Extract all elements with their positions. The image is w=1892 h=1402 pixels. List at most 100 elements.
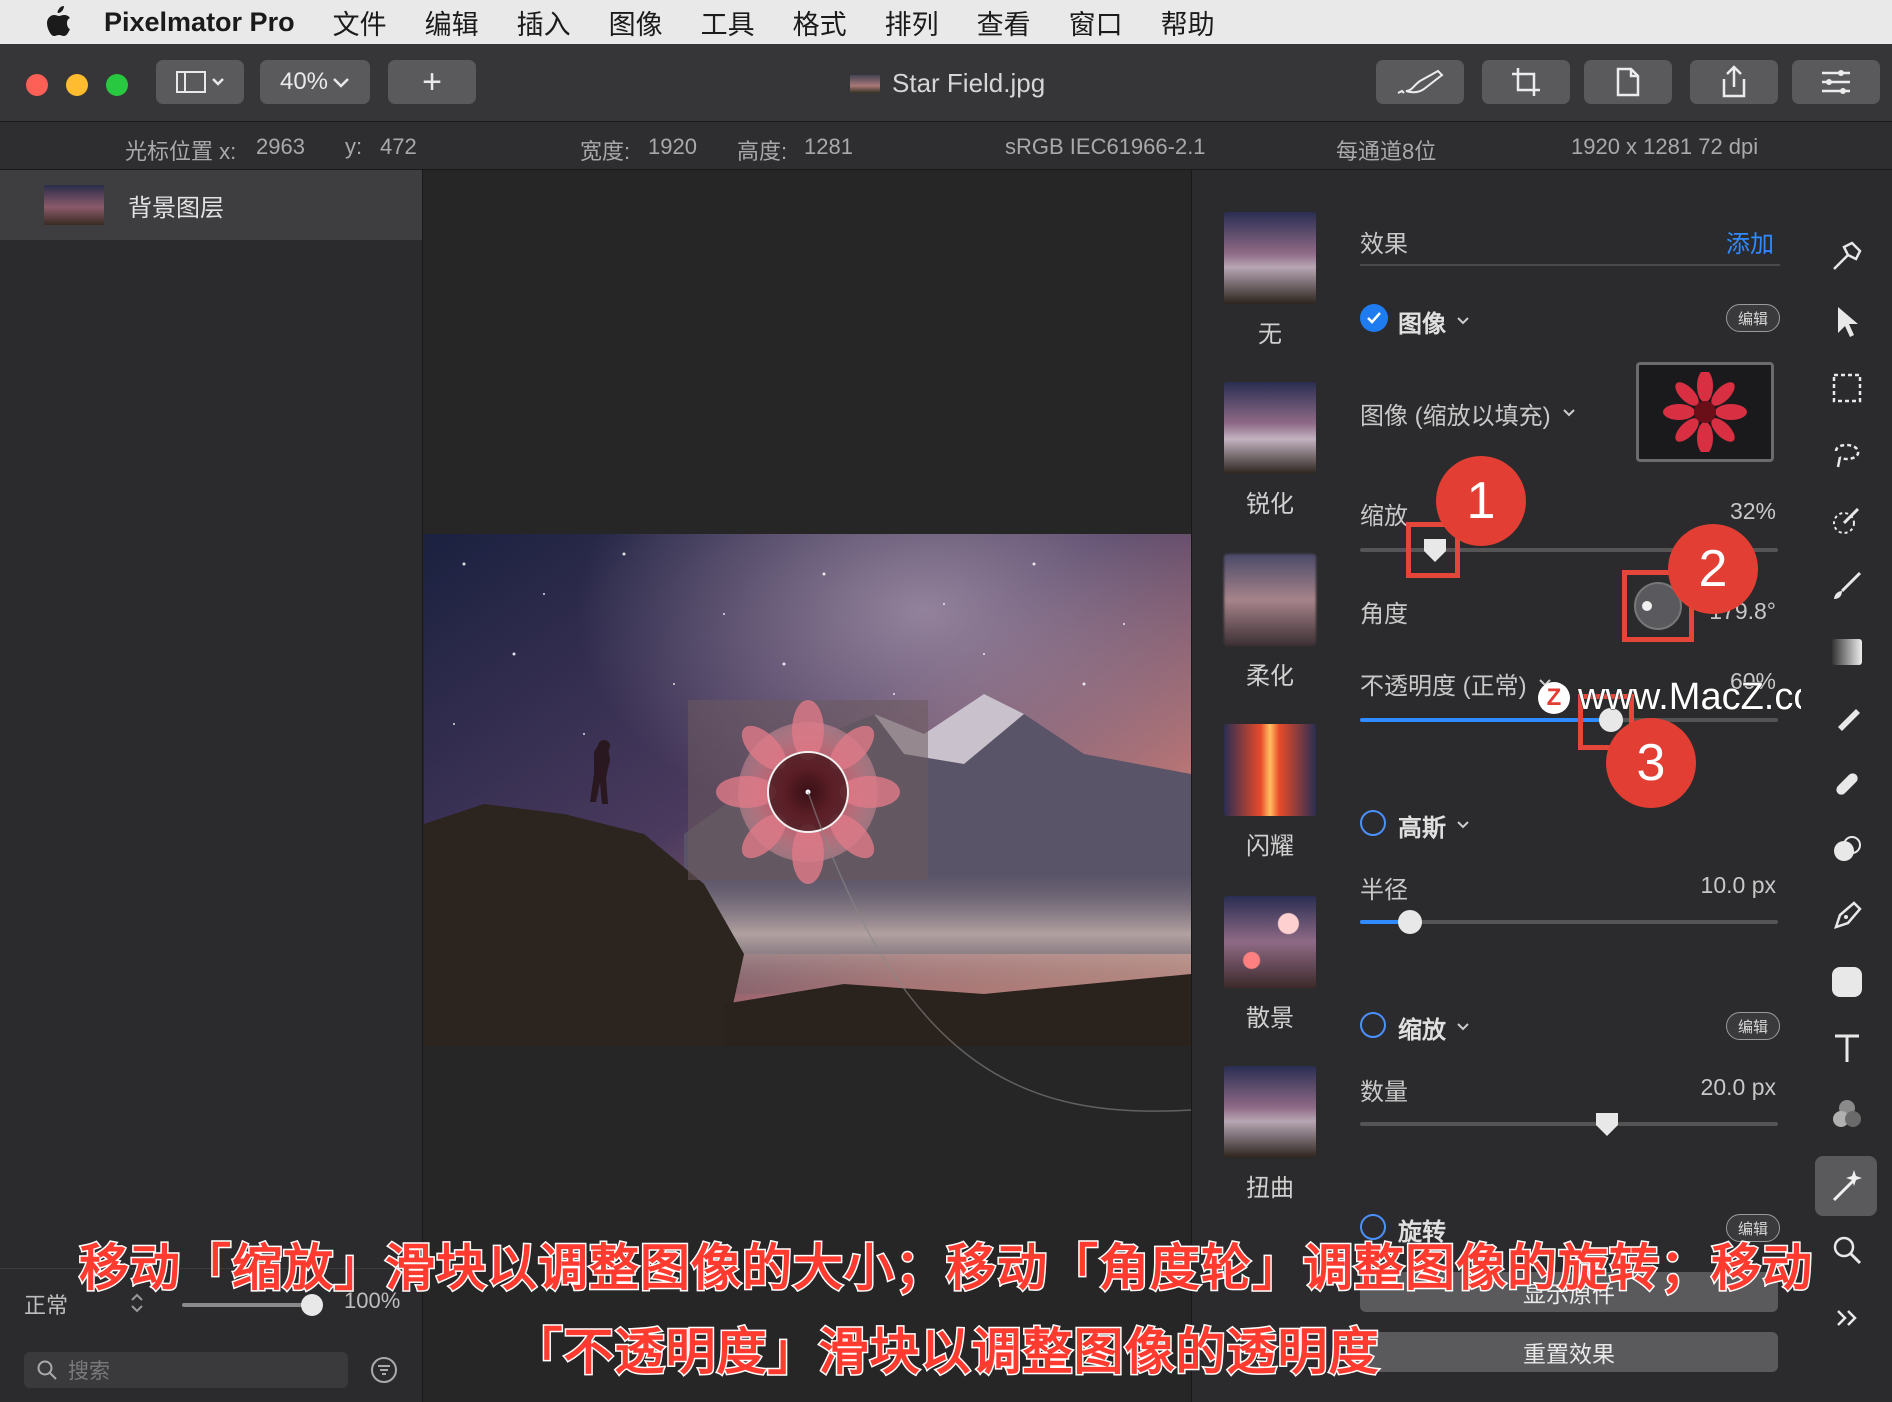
zoom-level-select[interactable]: 40%: [260, 60, 370, 104]
layers-panel: 背景图层 正常 100% 搜索: [0, 170, 423, 1402]
chevron-down-icon[interactable]: [1562, 408, 1576, 418]
lasso-icon: [1834, 443, 1860, 468]
add-button[interactable]: +: [388, 60, 476, 104]
color-selection-tool[interactable]: [1825, 498, 1869, 542]
marquee-tool[interactable]: [1825, 366, 1869, 410]
select-tool[interactable]: [1825, 300, 1869, 344]
sidebar-icon: [176, 71, 224, 93]
effect-bokeh[interactable]: 散景: [1224, 896, 1316, 1033]
effect-shine[interactable]: 闪耀: [1224, 724, 1316, 861]
layer-opacity-slider[interactable]: [182, 1303, 312, 1307]
document-button[interactable]: [1584, 60, 1672, 104]
menu-edit[interactable]: 编辑: [425, 3, 479, 42]
radius-slider-track[interactable]: [1360, 920, 1778, 924]
clone-tool[interactable]: [1825, 828, 1869, 872]
retouch-tool[interactable]: [1825, 696, 1869, 740]
menu-file[interactable]: 文件: [333, 3, 387, 42]
menu-format[interactable]: 格式: [793, 3, 847, 42]
gaussian-effect-checkbox[interactable]: [1360, 810, 1386, 836]
pen-nib-icon: [1834, 901, 1862, 929]
file-thumbnail-icon: [850, 74, 880, 93]
width-value: 1920: [648, 134, 697, 159]
crop-button[interactable]: [1482, 60, 1570, 104]
menu-insert[interactable]: 插入: [517, 3, 571, 42]
repair-tool[interactable]: [1825, 762, 1869, 806]
effect-sharpen-label: 锐化: [1246, 491, 1294, 518]
chevron-down-icon[interactable]: [1456, 1022, 1470, 1032]
window-title: Star Field.jpg: [850, 68, 1045, 99]
menu-bar: Pixelmator Pro 文件 编辑 插入 图像 工具 格式 排列 查看 窗…: [0, 0, 1892, 44]
text-icon: [1835, 1034, 1859, 1062]
rounded-square-icon: [1832, 967, 1862, 997]
chevron-down-icon[interactable]: [1456, 820, 1470, 830]
brush-icon: [1397, 69, 1444, 94]
menu-help[interactable]: 帮助: [1161, 3, 1215, 42]
menu-image[interactable]: 图像: [609, 3, 663, 42]
image-well[interactable]: [1636, 362, 1774, 462]
menu-arrange[interactable]: 排列: [885, 3, 939, 42]
arrange-hand-icon: [1833, 241, 1862, 270]
apple-icon[interactable]: [40, 4, 76, 40]
effects-tool[interactable]: [1815, 1156, 1877, 1216]
zoom-window-button[interactable]: [106, 74, 128, 96]
flower-image-thumbnail: [1663, 372, 1747, 452]
arrange-tool[interactable]: [1825, 234, 1869, 278]
paint-tool[interactable]: [1825, 564, 1869, 608]
image-section-title[interactable]: 图像: [1398, 304, 1446, 339]
effect-distort-label: 扭曲: [1246, 1175, 1294, 1202]
type-tool[interactable]: [1825, 1026, 1869, 1070]
layer-row-background[interactable]: 背景图层: [0, 170, 422, 240]
amount-slider-track[interactable]: [1360, 1122, 1778, 1126]
zoom-section-title[interactable]: 缩放: [1398, 1010, 1446, 1045]
gradient-tool[interactable]: [1825, 630, 1869, 674]
effect-soften-thumbnail: [1224, 554, 1316, 646]
effect-soften[interactable]: 柔化: [1224, 554, 1316, 691]
menu-tools[interactable]: 工具: [701, 3, 755, 42]
layer-thumbnail: [44, 185, 104, 225]
image-info-bar: 光标位置 x: 2963 y: 472 宽度: 1920 高度: 1281 sR…: [0, 122, 1892, 170]
radius-value: 10.0 px: [1700, 872, 1776, 898]
effects-header: 效果: [1360, 231, 1408, 258]
image-mode-select[interactable]: 图像 (缩放以填充): [1360, 396, 1551, 431]
checkmark-icon: [1367, 312, 1381, 324]
color-adjust-tool[interactable]: [1825, 1092, 1869, 1136]
app-menu[interactable]: Pixelmator Pro: [104, 7, 295, 38]
share-button[interactable]: [1690, 60, 1778, 104]
quick-selection-tool[interactable]: [1825, 432, 1869, 476]
effect-shine-thumbnail: [1224, 724, 1316, 816]
amount-slider-knob[interactable]: [1594, 1110, 1620, 1138]
effect-none[interactable]: 无: [1224, 212, 1316, 349]
effect-sharpen-thumbnail: [1224, 382, 1316, 474]
gaussian-section-title[interactable]: 高斯: [1398, 808, 1446, 843]
format-brush-button[interactable]: [1376, 60, 1464, 104]
close-button[interactable]: [26, 74, 48, 96]
minimize-button[interactable]: [66, 74, 88, 96]
effects-panel: 无 锐化 柔化 闪耀 散景 扭曲 效果 添加 图像 编辑 图像 (缩放以填充): [1191, 170, 1847, 1402]
effect-sharpen[interactable]: 锐化: [1224, 382, 1316, 519]
effect-distort[interactable]: 扭曲: [1224, 1066, 1316, 1203]
gradient-icon: [1832, 639, 1862, 665]
pen-tool[interactable]: [1825, 894, 1869, 938]
color-profile: sRGB IEC61966-2.1: [1005, 134, 1206, 159]
menu-view[interactable]: 查看: [977, 3, 1031, 42]
menu-window[interactable]: 窗口: [1069, 3, 1123, 42]
resolution: 1920 x 1281 72 dpi: [1571, 134, 1759, 159]
add-icon: +: [422, 62, 442, 101]
shape-tool[interactable]: [1825, 960, 1869, 1004]
document-icon: [1616, 67, 1640, 97]
radius-label: 半径: [1360, 877, 1408, 904]
edit-button-image[interactable]: 编辑: [1726, 304, 1780, 332]
callout-badge-2: 2: [1668, 524, 1758, 614]
image-effect-checkbox[interactable]: [1360, 304, 1388, 332]
add-effect-link[interactable]: 添加: [1726, 224, 1774, 259]
radius-slider-knob[interactable]: [1398, 910, 1423, 934]
chevron-down-icon[interactable]: [1456, 316, 1470, 326]
sidebar-toggle-button[interactable]: [156, 60, 244, 104]
adjust-tools-button[interactable]: [1792, 60, 1880, 104]
edit-button-zoom[interactable]: 编辑: [1726, 1012, 1780, 1040]
sliders-icon: [1822, 70, 1850, 94]
canvas-area[interactable]: [424, 170, 1191, 1402]
amount-value: 20.0 px: [1700, 1074, 1776, 1100]
scale-label: 缩放: [1360, 503, 1408, 530]
zoom-effect-checkbox[interactable]: [1360, 1012, 1386, 1038]
